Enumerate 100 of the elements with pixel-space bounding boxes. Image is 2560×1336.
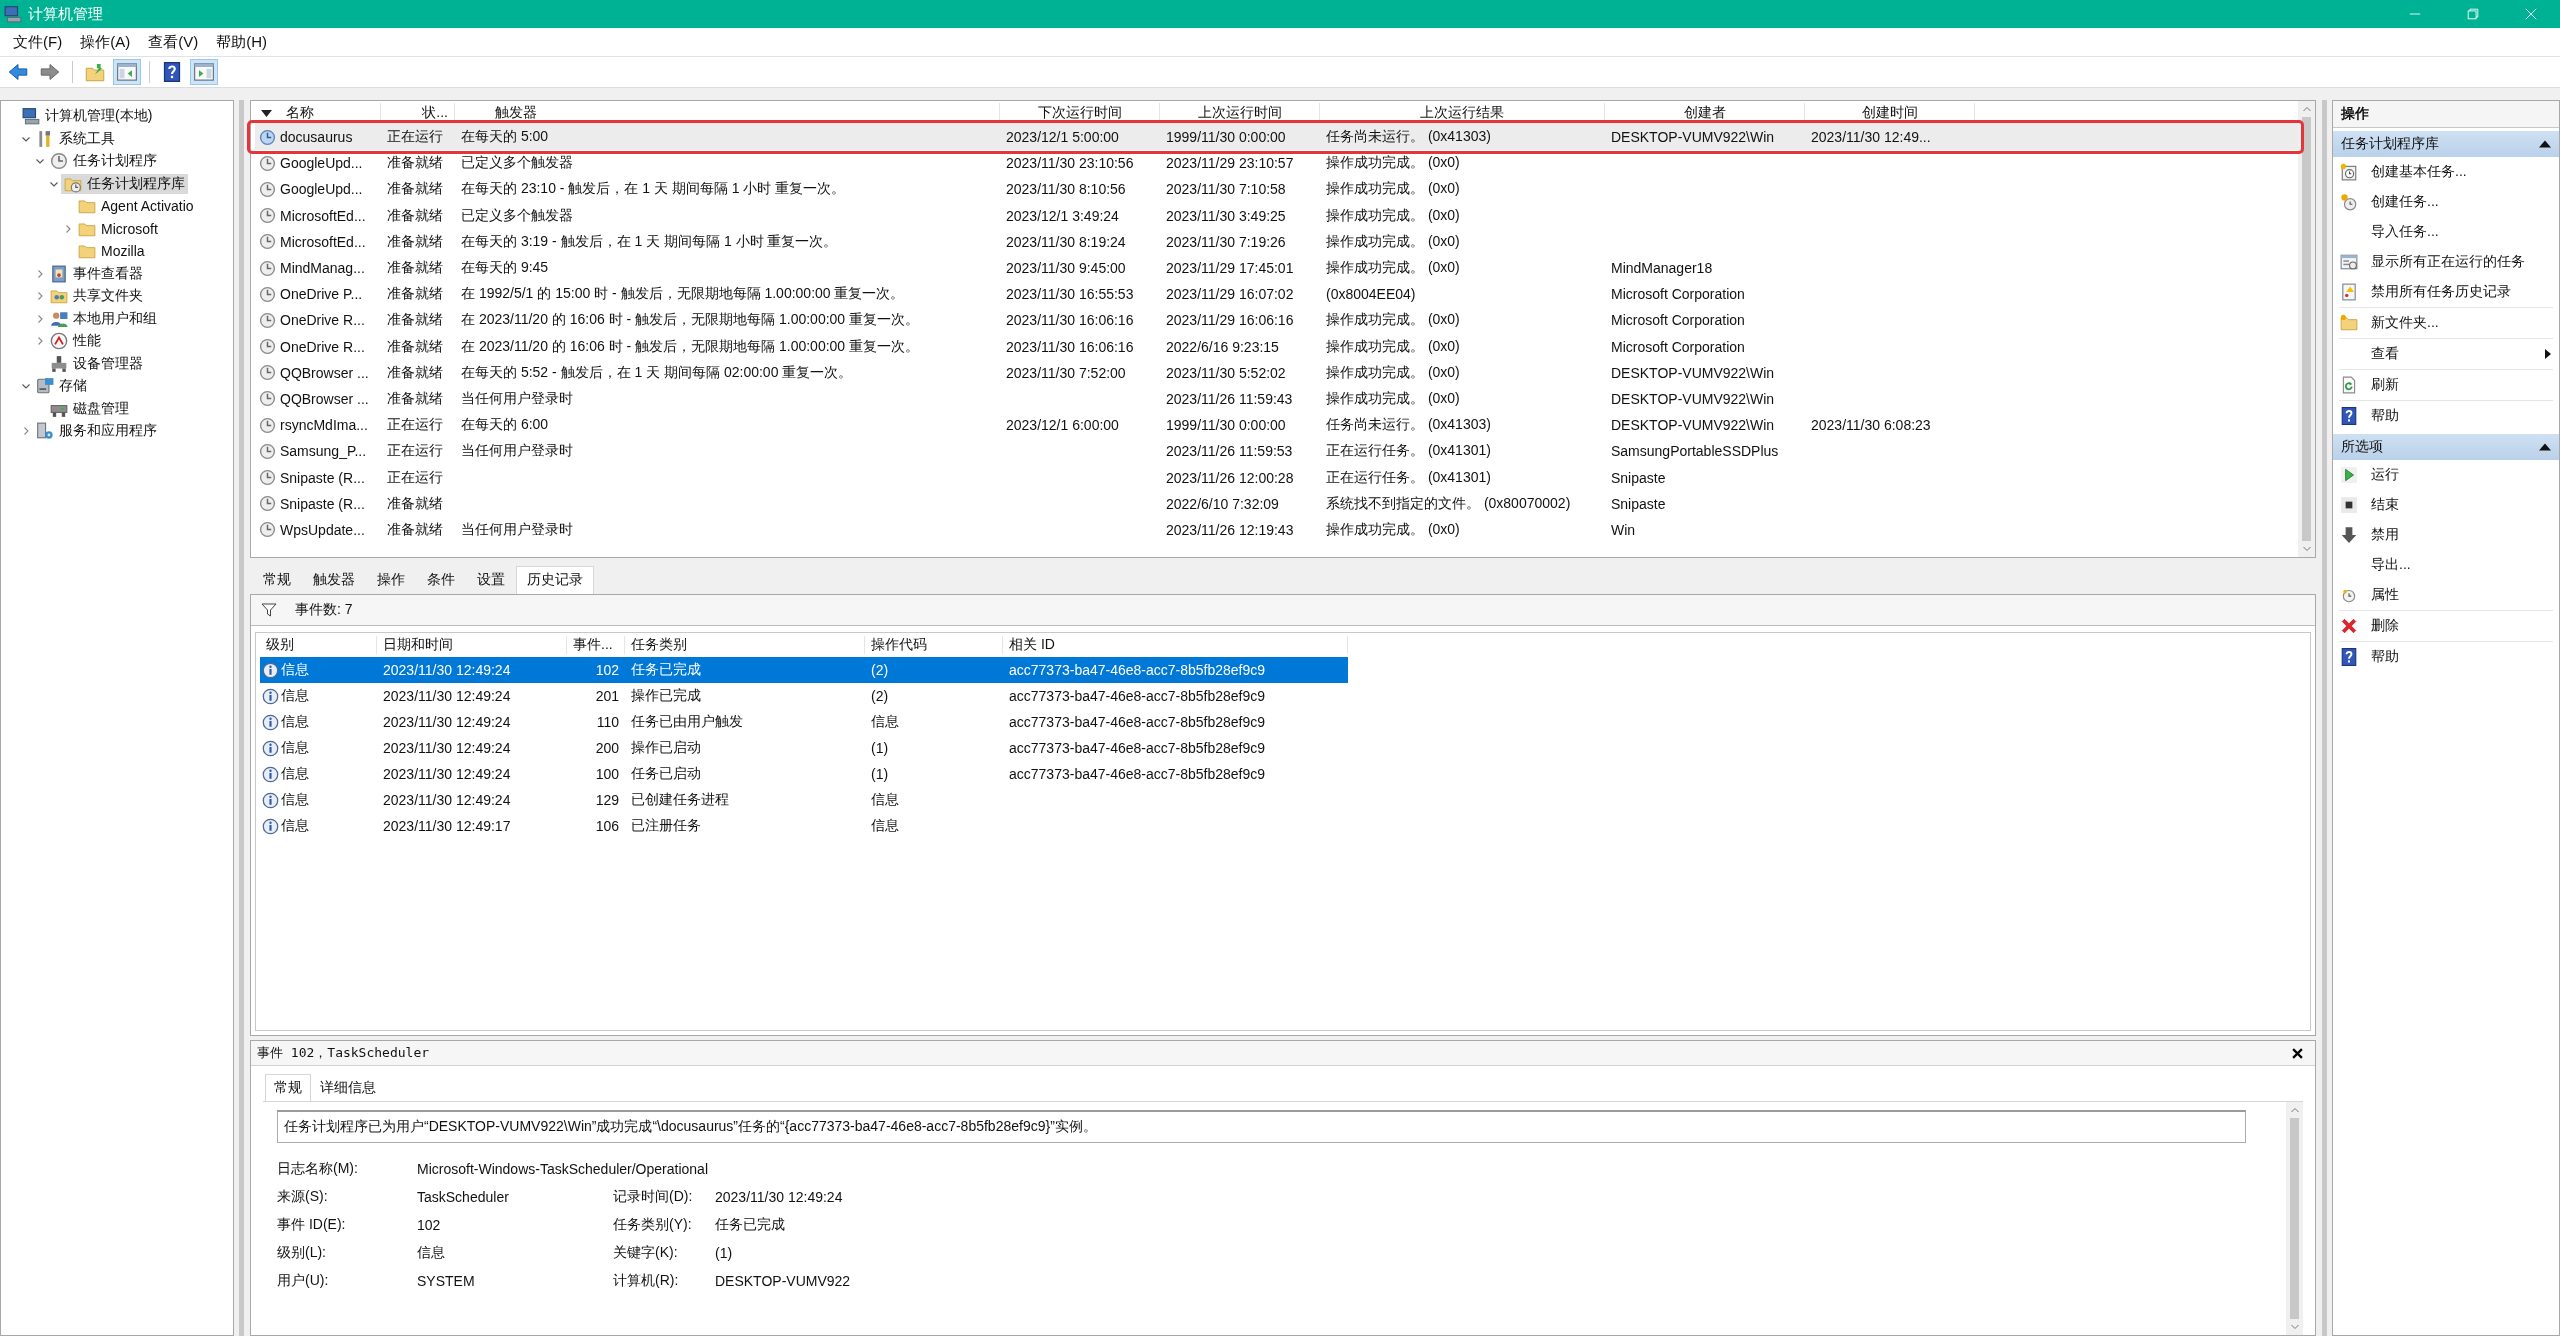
action-item[interactable]: 新文件夹...: [2339, 308, 2553, 339]
action-item[interactable]: 运行: [2339, 460, 2553, 490]
action-item[interactable]: 属性: [2339, 580, 2553, 611]
section-header[interactable]: 任务计划程序库: [2333, 131, 2559, 157]
table-row[interactable]: MicrosoftEd... 准备就绪 在每天的 3:19 - 触发后，在 1 天 期间每隔 1 小时 重复一次。 2023/11/30 8:19:24 2023/11/30 7:19:26 操作成功完成。 (0x0): [255, 228, 2298, 255]
console-tree-button[interactable]: [113, 59, 141, 85]
scrollbar[interactable]: [2286, 1102, 2303, 1335]
menu-item[interactable]: 操作(A): [71, 30, 140, 54]
table-row[interactable]: 信息 2023/11/30 12:49:24 102 任务已完成 (2) acc77373-ba47-46e8-acc7-8b5fb28ef9c9: [260, 657, 1348, 683]
tree-item[interactable]: 磁盘管理: [47, 398, 132, 419]
tree-item[interactable]: 事件查看器: [47, 263, 146, 284]
table-row[interactable]: MicrosoftEd... 准备就绪 已定义多个触发器 2023/12/1 3:49:24 2023/11/30 3:49:25 操作成功完成。 (0x0): [255, 202, 2298, 229]
action-item[interactable]: 刷新: [2339, 370, 2553, 401]
table-row[interactable]: QQBrowser ... 准备就绪 在每天的 5:52 - 触发后，在 1 天 期间每隔 02:00:00 重复一次。 2023/11/30 7:52:00 2023/11/30 5:52:02 操作成功完成。 (0x0) DESKTOP-VUMV922\Win: [255, 359, 2298, 386]
chevron-right-icon[interactable]: [35, 336, 45, 347]
scrollbar[interactable]: [2298, 101, 2315, 557]
tree-item[interactable]: 计算机管理(本地): [19, 106, 156, 127]
action-item[interactable]: 删除: [2339, 611, 2553, 642]
table-row[interactable]: GoogleUpd... 准备就绪 在每天的 23:10 - 触发后，在 1 天 期间每隔 1 小时 重复一次。 2023/11/30 8:10:56 2023/11/30 7:10:58 操作成功完成。 (0x0): [255, 176, 2298, 203]
chevron-right-icon[interactable]: [35, 313, 45, 324]
action-item[interactable]: 帮助: [2339, 401, 2553, 431]
table-row[interactable]: MindManag... 准备就绪 在每天的 9:45 2023/11/30 9:45:00 2023/11/29 17:45:01 操作成功完成。 (0x0) MindManager18: [255, 254, 2298, 282]
table-row[interactable]: 信息 2023/11/30 12:49:24 110 任务已由用户触发 信息 acc77373-ba47-46e8-acc7-8b5fb28ef9c9: [260, 709, 1348, 735]
table-row[interactable]: 信息 2023/11/30 12:49:24 100 任务已启动 (1) acc77373-ba47-46e8-acc7-8b5fb28ef9c9: [260, 761, 1348, 787]
tree-item[interactable]: 系统工具: [33, 128, 118, 149]
table-row[interactable]: Samsung_P... 正在运行 当任何用户登录时 2023/11/26 11:59:53 正在运行任务。 (0x41301) SamsungPortableSSDPlus: [255, 438, 2298, 465]
tree-item[interactable]: 本地用户和组: [47, 308, 160, 329]
table-row[interactable]: QQBrowser ... 准备就绪 当任何用户登录时 2023/11/26 11:59:43 操作成功完成。 (0x0) DESKTOP-VUMV922\Win: [255, 385, 2298, 413]
tab[interactable]: 常规: [265, 1074, 311, 1101]
tree-item[interactable]: 存储: [33, 376, 90, 397]
action-item[interactable]: 显示所有正在运行的任务: [2339, 247, 2553, 277]
table-row[interactable]: Snipaste (R... 正在运行 2023/11/26 12:00:28 正在运行任务。 (0x41301) Snipaste: [255, 464, 2298, 491]
tab[interactable]: 设置: [466, 566, 516, 594]
action-pane-button[interactable]: [190, 59, 218, 85]
action-item[interactable]: 导入任务...: [2339, 217, 2553, 247]
column-header[interactable]: 创建时间: [1805, 103, 1975, 123]
column-header[interactable]: 状...: [381, 103, 455, 123]
tab[interactable]: 操作: [366, 566, 416, 594]
table-cell: 操作成功完成。 (0x0): [1326, 363, 1460, 382]
scroll-down-icon[interactable]: [2301, 545, 2312, 553]
scroll-down-icon[interactable]: [2289, 1323, 2300, 1331]
tree-item[interactable]: 共享文件夹: [47, 286, 146, 307]
column-header[interactable]: 日期和时间: [377, 636, 567, 654]
action-item[interactable]: 创建任务...: [2339, 187, 2553, 217]
chevron-right-icon[interactable]: [35, 268, 45, 279]
tab[interactable]: 常规: [252, 566, 302, 594]
table-row[interactable]: 信息 2023/11/30 12:49:24 200 操作已启动 (1) acc77373-ba47-46e8-acc7-8b5fb28ef9c9: [260, 735, 1348, 761]
action-item[interactable]: 结束: [2339, 490, 2553, 520]
tree-item[interactable]: Microsoft: [75, 218, 161, 239]
action-item[interactable]: 查看: [2339, 339, 2553, 370]
chevron-right-icon[interactable]: [63, 223, 73, 234]
tree-item[interactable]: Agent Activatio: [75, 196, 197, 217]
column-header[interactable]: 相关 ID: [1003, 636, 1348, 654]
collapse-icon[interactable]: [2539, 443, 2551, 451]
table-row[interactable]: GoogleUpd... 准备就绪 已定义多个触发器 2023/11/30 23:10:56 2023/11/29 23:10:57 操作成功完成。 (0x0): [255, 150, 2298, 177]
action-item[interactable]: 禁用: [2339, 520, 2553, 550]
section-header[interactable]: 所选项: [2333, 434, 2559, 460]
collapse-icon[interactable]: [2539, 140, 2551, 148]
tree-item[interactable]: 任务计划程序库: [61, 173, 188, 194]
column-header[interactable]: 上次运行结果: [1320, 103, 1605, 123]
menu-item[interactable]: 文件(F): [4, 30, 72, 54]
menu-item[interactable]: 查看(V): [139, 30, 208, 54]
column-header[interactable]: 创建者: [1605, 103, 1805, 123]
column-header[interactable]: 操作代码: [865, 636, 1003, 654]
action-item[interactable]: 帮助: [2339, 642, 2553, 672]
tab[interactable]: 条件: [416, 566, 466, 594]
table-row[interactable]: OneDrive R... 准备就绪 在 2023/11/20 的 16:06 时 - 触发后，无限期地每隔 1.00:00:00 重复一次。 2023/11/30 16:06:16 2022/6/16 9:23:15 操作成功完成。 (0x0) Microsoft Corporation: [255, 333, 2298, 360]
table-row[interactable]: 信息 2023/11/30 12:49:17 106 已注册任务 信息: [260, 813, 1348, 839]
scroll-up-icon[interactable]: [2289, 1106, 2300, 1114]
tree-item[interactable]: 设备管理器: [47, 353, 146, 374]
tree-item[interactable]: 性能: [47, 331, 104, 352]
table-row[interactable]: OneDrive P... 准备就绪 在 1992/5/1 的 15:00 时 - 触发后，无限期地每隔 1.00:00:00 重复一次。 2023/11/30 16:55:53 2023/11/29 16:07:02 (0x8004EE04) Microsoft Corporation: [255, 281, 2298, 308]
column-header[interactable]: 事件...: [567, 636, 625, 654]
column-header[interactable]: 级别: [260, 636, 377, 654]
menu-item[interactable]: 帮助(H): [207, 30, 276, 54]
filter-icon[interactable]: [261, 603, 277, 617]
scroll-up-icon[interactable]: [2301, 105, 2312, 113]
chevron-right-icon[interactable]: [21, 426, 31, 437]
column-header[interactable]: 触发器: [455, 103, 1000, 123]
tree-item[interactable]: 任务计划程序: [47, 151, 160, 172]
action-item[interactable]: 创建基本任务...: [2339, 157, 2553, 187]
field-value: TaskScheduler: [417, 1188, 510, 1207]
action-item[interactable]: 导出...: [2339, 550, 2553, 580]
column-header[interactable]: 任务类别: [625, 636, 865, 654]
chevron-right-icon[interactable]: [35, 291, 45, 302]
column-header[interactable]: 下次运行时间: [1000, 103, 1160, 123]
table-row[interactable]: 信息 2023/11/30 12:49:24 129 已创建任务进程 信息: [260, 787, 1348, 813]
action-item[interactable]: 禁用所有任务历史记录: [2339, 277, 2553, 308]
table-row[interactable]: WpsUpdate... 准备就绪 当任何用户登录时 2023/11/26 12:19:43 操作成功完成。 (0x0) Win: [255, 516, 2298, 543]
tab[interactable]: 历史记录: [516, 566, 594, 594]
tab[interactable]: 详细信息: [311, 1074, 385, 1101]
column-header[interactable]: 上次运行时间: [1160, 103, 1320, 123]
table-row[interactable]: rsyncMdIma... 正在运行 在每天的 6:00 2023/12/1 6:00:00 1999/11/30 0:00:00 任务尚未运行。 (0x41303) DESKTOP-VUMV922\Win 2023/11/30 6:08:23: [255, 412, 2298, 439]
tree-item[interactable]: Mozilla: [75, 241, 148, 262]
tree-item[interactable]: 服务和应用程序: [33, 421, 160, 442]
tab[interactable]: 触发器: [302, 566, 366, 594]
table-row[interactable]: OneDrive R... 准备就绪 在 2023/11/20 的 16:06 时 - 触发后，无限期地每隔 1.00:00:00 重复一次。 2023/11/30 16:06:16 2023/11/29 16:06:16 操作成功完成。 (0x0) Microsoft Corporation: [255, 307, 2298, 334]
column-header[interactable]: 名称: [255, 103, 381, 123]
table-row[interactable]: 信息 2023/11/30 12:49:24 201 操作已完成 (2) acc77373-ba47-46e8-acc7-8b5fb28ef9c9: [260, 683, 1348, 709]
table-row[interactable]: Snipaste (R... 准备就绪 2022/6/10 7:32:09 系统找不到指定的文件。 (0x80070002) Snipaste: [255, 490, 2298, 517]
